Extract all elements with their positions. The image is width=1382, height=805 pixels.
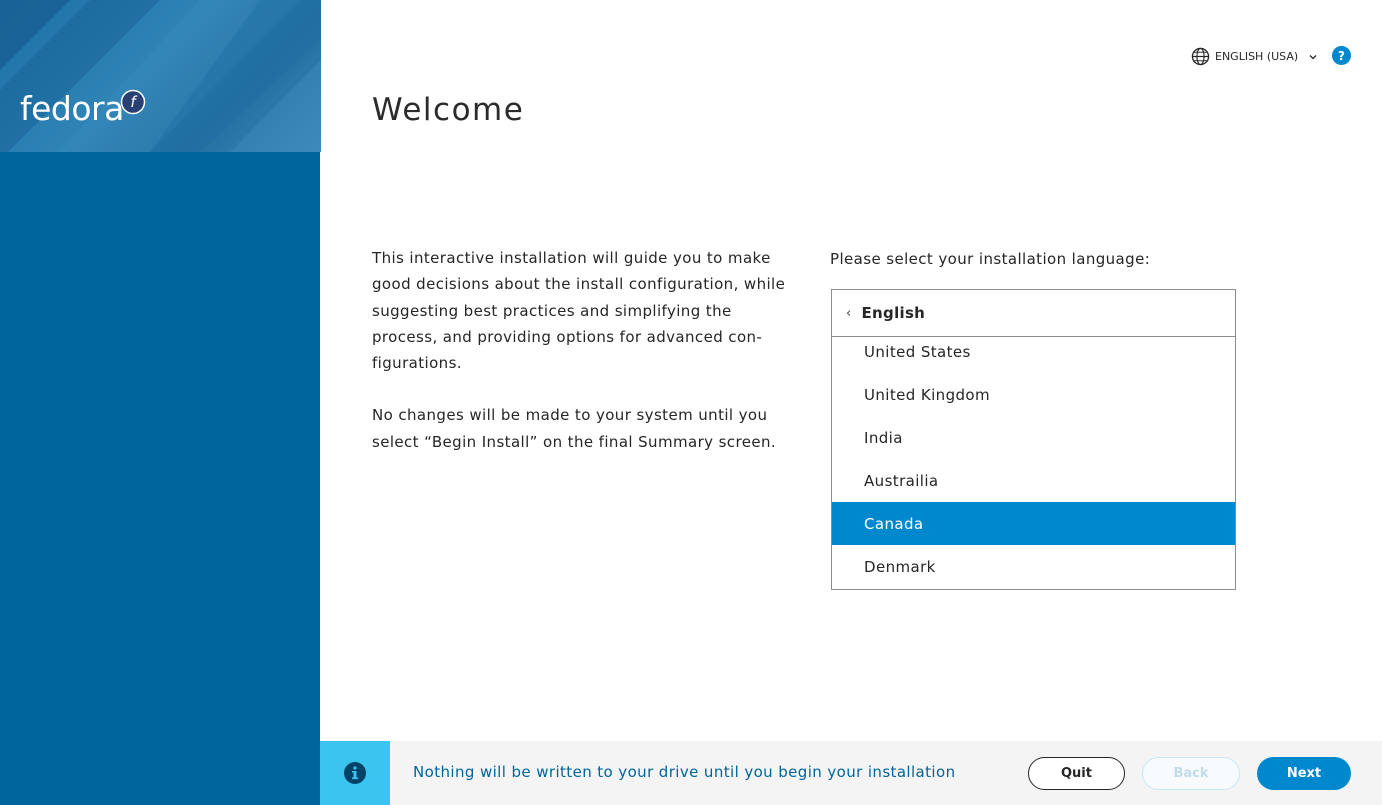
help-icon[interactable]: ? [1332, 46, 1351, 65]
page-title: Welcome [372, 92, 525, 128]
main-content: ENGLISH (USA) ? Welcome This interactive… [320, 0, 1382, 741]
region-option[interactable]: United States [832, 330, 1235, 373]
intro-paragraph: No changes will be made to your system u… [372, 406, 777, 451]
language-prompt: Please select your installation language… [830, 250, 1151, 268]
logo-text: fedora [20, 89, 124, 128]
fedora-infinity-icon: f [120, 89, 146, 115]
region-option[interactable]: Denmark [832, 545, 1235, 588]
sidebar: fedora f [0, 0, 321, 805]
region-option[interactable]: United Kingdom [832, 373, 1235, 416]
region-option[interactable]: Austrailia [832, 459, 1235, 502]
fedora-logo: fedora f [20, 89, 146, 128]
chevron-left-icon: ‹ [846, 305, 852, 321]
sidebar-header: fedora f [0, 0, 321, 152]
region-option[interactable]: Canada [832, 502, 1235, 545]
intro-text: This interactive installation will guide… [372, 245, 792, 455]
region-list: United States United Kingdom India Austrail… [832, 330, 1235, 588]
header-background-pattern [0, 0, 321, 152]
language-selector: ‹ English United States United Kingdom Ind… [831, 289, 1236, 590]
info-icon [344, 762, 366, 784]
info-block [320, 741, 390, 805]
intro-paragraph: This interactive installation will guide… [372, 249, 786, 373]
region-option[interactable]: India [832, 416, 1235, 459]
quit-button[interactable]: Quit [1028, 757, 1125, 790]
language-switcher[interactable]: ENGLISH (USA) [1191, 47, 1318, 66]
language-switcher-label: ENGLISH (USA) [1215, 50, 1299, 63]
next-button[interactable]: Next [1257, 757, 1351, 790]
info-message: Nothing will be written to your drive un… [413, 763, 956, 781]
globe-icon [1191, 47, 1210, 66]
current-language: English [861, 304, 926, 322]
back-button[interactable]: Back [1142, 757, 1240, 790]
chevron-down-icon [1309, 54, 1317, 59]
footer-bar: Nothing will be written to your drive un… [320, 741, 1382, 805]
